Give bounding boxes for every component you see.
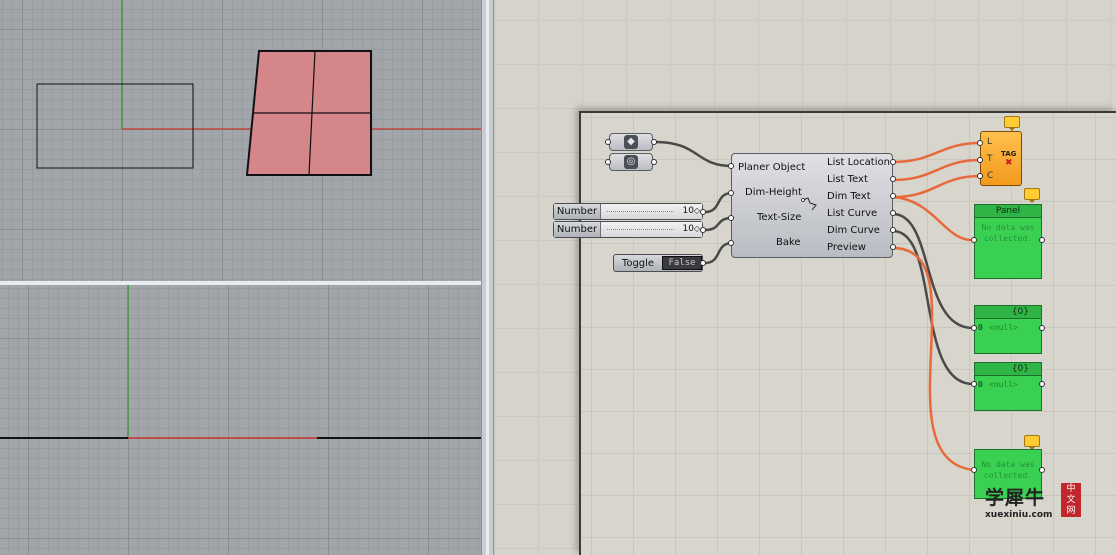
slider-value: 10: [682, 206, 694, 216]
panel-text: No data was collected.: [981, 460, 1035, 480]
output-grip[interactable]: [890, 176, 896, 182]
output-label: List Curve: [827, 208, 878, 219]
output-grip[interactable]: [890, 193, 896, 199]
output-grip[interactable]: [651, 159, 657, 165]
output-grip[interactable]: [890, 210, 896, 216]
output-grip[interactable]: [700, 209, 706, 215]
input-grip[interactable]: [605, 139, 611, 145]
input-grip[interactable]: [728, 163, 734, 169]
panel-1[interactable]: Panel No data was collected.: [974, 204, 1042, 279]
output-grip[interactable]: [890, 159, 896, 165]
number-slider-1[interactable]: Number 10 ◇: [553, 203, 703, 220]
tag-component[interactable]: L T C TAG ✖: [980, 131, 1022, 186]
number-slider-2[interactable]: Number 10 ◇: [553, 221, 703, 238]
boolean-toggle[interactable]: Toggle False: [613, 254, 703, 272]
output-grip[interactable]: [700, 260, 706, 266]
input-grip[interactable]: [728, 215, 734, 221]
toggle-state[interactable]: False: [662, 256, 702, 270]
output-grip[interactable]: [1039, 467, 1045, 473]
slider-label: Number: [554, 204, 601, 219]
front-viewport[interactable]: [0, 285, 481, 555]
panel-header: {0}: [975, 306, 1041, 319]
input-grip[interactable]: [728, 190, 734, 196]
top-viewport[interactable]: [0, 0, 481, 281]
input-grip[interactable]: [728, 240, 734, 246]
output-grip[interactable]: [1039, 381, 1045, 387]
panel-index: 0: [978, 323, 983, 332]
output-grip[interactable]: [890, 244, 896, 250]
slider-track[interactable]: 10 ◇: [601, 222, 702, 237]
watermark-logo: 学犀牛 xuexiniu.com 中文网: [985, 483, 1083, 521]
panel-text: No data was collected.: [981, 223, 1035, 243]
front-viewport-geometry: [0, 285, 481, 439]
output-grip[interactable]: [700, 227, 706, 233]
output-label: Preview: [827, 242, 866, 253]
splitter-highlight: [486, 0, 489, 555]
input-label: Planer Object: [738, 162, 806, 173]
curve-icon: ◎: [624, 155, 638, 169]
curve-param[interactable]: ◎: [609, 153, 653, 171]
input-grip[interactable]: [971, 237, 977, 243]
watermark-seal: 中文网: [1061, 483, 1081, 517]
input-grip[interactable]: [971, 325, 977, 331]
panel-header: Panel: [975, 205, 1041, 218]
input-grip[interactable]: [971, 467, 977, 473]
geometry-param[interactable]: ◆: [609, 133, 653, 151]
input-grip[interactable]: [977, 157, 983, 163]
slider-label: Number: [554, 222, 601, 237]
slider-value: 10: [682, 224, 694, 234]
input-label: Text-Size: [757, 212, 802, 223]
message-balloon-icon[interactable]: [1024, 435, 1040, 450]
toggle-label: Toggle: [621, 257, 655, 269]
output-grip[interactable]: [890, 227, 896, 233]
panel-header: {0}: [975, 363, 1041, 376]
message-balloon-icon[interactable]: [1024, 188, 1040, 203]
top-viewport-geometry: [36, 0, 481, 176]
panel-text: <null>: [989, 380, 1018, 389]
input-label: C: [987, 171, 994, 181]
input-grip[interactable]: [971, 381, 977, 387]
input-label: Dim-Height: [745, 187, 802, 198]
output-label: List Location: [827, 157, 890, 168]
message-balloon-icon[interactable]: [1004, 116, 1020, 131]
panel-2[interactable]: {0} 0 <null>: [974, 305, 1042, 354]
rectangle-curve: [36, 83, 194, 169]
input-grip[interactable]: [977, 173, 983, 179]
input-grip[interactable]: [605, 159, 611, 165]
panel-index: 0: [978, 380, 983, 389]
tag-title: TAG: [1001, 150, 1017, 158]
output-grip[interactable]: [651, 139, 657, 145]
input-label: L: [987, 137, 993, 147]
geometry-icon: ◆: [624, 135, 638, 149]
panel-3[interactable]: {0} 0 <null>: [974, 362, 1042, 411]
dimension-component[interactable]: Planer Object Dim-Height Text-Size Bake …: [731, 153, 893, 258]
tag-cross-icon: ✖: [1005, 158, 1013, 168]
output-label: List Text: [827, 174, 868, 185]
output-label: Dim Text: [827, 191, 871, 202]
output-label: Dim Curve: [827, 225, 880, 236]
panel-text: <null>: [989, 323, 1018, 332]
input-label: T: [987, 154, 993, 164]
input-grip[interactable]: [977, 140, 983, 146]
output-grip[interactable]: [1039, 325, 1045, 331]
output-grip[interactable]: [1039, 237, 1045, 243]
component-icon: [801, 197, 817, 211]
slider-track[interactable]: 10 ◇: [601, 204, 702, 219]
input-label: Bake: [776, 237, 801, 248]
